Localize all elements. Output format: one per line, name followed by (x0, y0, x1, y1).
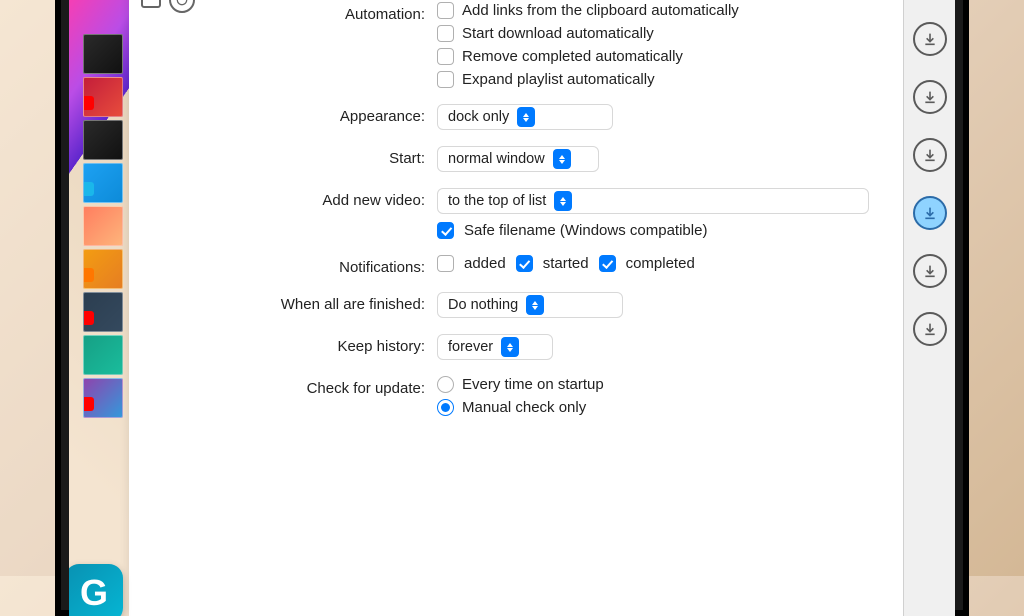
notifications-label: Notifications: (209, 255, 437, 276)
thumb-item[interactable] (83, 292, 123, 332)
addvideo-value: to the top of list (448, 193, 546, 209)
download-item-button-active[interactable] (913, 196, 947, 230)
thumb-item[interactable] (83, 120, 123, 160)
collapse-icon[interactable] (141, 0, 161, 8)
download-item-button[interactable] (913, 312, 947, 346)
youtube-badge-icon (83, 96, 94, 110)
history-select[interactable]: forever (437, 334, 553, 360)
addvideo-select[interactable]: to the top of list (437, 188, 869, 214)
youtube-badge-icon (83, 311, 94, 325)
notif-started-text: started (543, 255, 589, 272)
finished-select[interactable]: Do nothing (437, 292, 623, 318)
notif-added-text: added (464, 255, 506, 272)
chevron-updown-icon (554, 191, 572, 211)
notif-started-checkbox[interactable] (516, 255, 533, 272)
vimeo-badge-icon (83, 182, 94, 196)
thumb-item[interactable] (83, 249, 123, 289)
thumb-item[interactable] (83, 163, 123, 203)
thumb-item[interactable] (83, 378, 123, 418)
finished-label: When all are finished: (209, 292, 437, 313)
automation-clipboard-checkbox[interactable] (437, 2, 454, 19)
notif-completed-checkbox[interactable] (599, 255, 616, 272)
appearance-value: dock only (448, 109, 509, 125)
automation-label: Automation: (209, 2, 437, 23)
start-value: normal window (448, 151, 545, 167)
history-label: Keep history: (209, 334, 437, 355)
history-value: forever (448, 339, 493, 355)
update-manual-text: Manual check only (462, 399, 586, 416)
appearance-select[interactable]: dock only (437, 104, 613, 130)
update-startup-text: Every time on startup (462, 376, 604, 393)
download-queue-thumbnails (83, 34, 123, 418)
download-item-button[interactable] (913, 254, 947, 288)
automation-expand-text: Expand playlist automatically (462, 71, 655, 88)
finished-value: Do nothing (448, 297, 518, 313)
soundcloud-badge-icon (83, 268, 94, 282)
automation-remove-text: Remove completed automatically (462, 48, 683, 65)
download-actions-column (903, 0, 955, 616)
thumb-item[interactable] (83, 206, 123, 246)
automation-clipboard-text: Add links from the clipboard automatical… (462, 2, 739, 19)
update-startup-radio[interactable] (437, 376, 454, 393)
automation-expand-checkbox[interactable] (437, 71, 454, 88)
notif-completed-text: completed (626, 255, 695, 272)
chevron-updown-icon (501, 337, 519, 357)
download-item-button[interactable] (913, 22, 947, 56)
start-select[interactable]: normal window (437, 146, 599, 172)
notif-added-checkbox[interactable] (437, 255, 454, 272)
refresh-icon[interactable] (169, 0, 195, 13)
automation-start-text: Start download automatically (462, 25, 654, 42)
update-label: Check for update: (209, 376, 437, 397)
automation-remove-checkbox[interactable] (437, 48, 454, 65)
chevron-updown-icon (526, 295, 544, 315)
thumb-item[interactable] (83, 77, 123, 117)
thumb-item[interactable] (83, 34, 123, 74)
automation-start-checkbox[interactable] (437, 25, 454, 42)
thumb-item[interactable] (83, 335, 123, 375)
preferences-panel: Automation: Add links from the clipboard… (199, 0, 899, 616)
download-item-button[interactable] (913, 138, 947, 172)
brand-logo-icon: G (69, 564, 123, 616)
addvideo-label: Add new video: (209, 188, 437, 209)
safefile-checkbox[interactable] (437, 222, 454, 239)
download-item-button[interactable] (913, 80, 947, 114)
youtube-badge-icon (83, 397, 94, 411)
safefile-text: Safe filename (Windows compatible) (464, 222, 707, 239)
update-manual-radio[interactable] (437, 399, 454, 416)
start-label: Start: (209, 146, 437, 167)
chevron-updown-icon (517, 107, 535, 127)
chevron-updown-icon (553, 149, 571, 169)
appearance-label: Appearance: (209, 104, 437, 125)
